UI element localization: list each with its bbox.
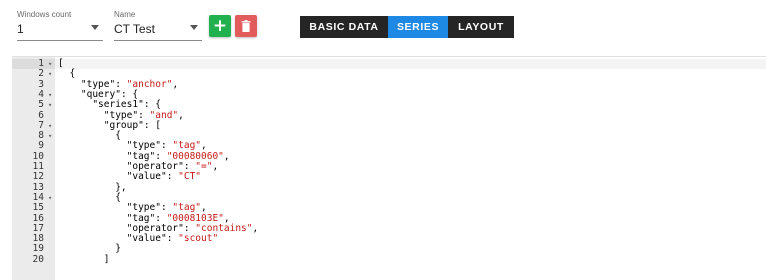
- line-number: 15: [32, 202, 44, 214]
- punctuation-token: ,: [223, 150, 230, 162]
- fold-toggle-icon[interactable]: ▾: [48, 131, 52, 141]
- line-number-cell: 15: [12, 202, 55, 214]
- string-token: "scout": [178, 233, 219, 245]
- code-line[interactable]: 1 ▾[: [12, 58, 766, 70]
- name-select[interactable]: Name CT Test: [114, 8, 202, 41]
- fold-toggle-icon[interactable]: ▾: [48, 59, 52, 69]
- name-value: CT Test: [114, 22, 155, 36]
- punctuation-token: ,: [172, 78, 179, 90]
- fold-toggle-icon[interactable]: ▾: [48, 193, 52, 203]
- windows-count-value: 1: [17, 22, 24, 36]
- punctuation-token: :: [166, 233, 179, 245]
- view-tabs: BASIC DATA SERIES LAYOUT: [300, 16, 514, 38]
- trash-icon: [241, 20, 251, 32]
- line-number: 5: [38, 99, 44, 111]
- windows-count-select[interactable]: Windows count 1: [17, 8, 103, 41]
- code-line[interactable]: 20 ]: [12, 253, 766, 265]
- toolbar: Windows count 1 Name CT Test + BASIC DAT…: [0, 0, 766, 56]
- fold-toggle-icon[interactable]: ▾: [48, 90, 52, 100]
- fold-toggle-icon[interactable]: ▾: [48, 100, 52, 110]
- key-token: "value": [126, 233, 167, 245]
- punctuation-token: ]: [58, 253, 110, 265]
- tab-basic-data[interactable]: BASIC DATA: [300, 16, 388, 38]
- string-token: "CT": [178, 171, 202, 183]
- line-number-cell: 8 ▾: [12, 130, 55, 141]
- chevron-down-icon[interactable]: [190, 25, 198, 30]
- line-number-cell: 20: [12, 253, 55, 265]
- punctuation-token: : [: [143, 119, 161, 131]
- key-token: "value": [126, 171, 167, 183]
- name-label: Name: [114, 10, 136, 19]
- line-number-cell: 1 ▾: [12, 58, 55, 70]
- code-line[interactable]: 7 ▾ "group": [: [12, 119, 766, 131]
- fold-toggle-icon[interactable]: ▾: [48, 121, 52, 131]
- json-code-editor[interactable]: 1 ▾[2 ▾ {3 "type": "anchor", 4 ▾ "query": {5…: [12, 56, 766, 280]
- windows-count-label: Windows count: [17, 10, 72, 19]
- line-number-cell: 4 ▾: [12, 89, 55, 100]
- line-number-cell: 2 ▾: [12, 68, 55, 79]
- line-number-cell: 3: [12, 79, 55, 90]
- plus-icon: +: [212, 15, 228, 36]
- code-line[interactable]: 13 },: [12, 182, 766, 193]
- fold-toggle-icon[interactable]: ▾: [48, 69, 52, 79]
- punctuation-token: ,: [252, 222, 259, 234]
- punctuation-token: ,: [212, 161, 219, 172]
- chevron-down-icon[interactable]: [91, 25, 99, 30]
- line-number-cell: 6: [12, 110, 55, 121]
- code-text: ]: [58, 253, 110, 265]
- line-number: 20: [32, 253, 44, 265]
- punctuation-token: ,: [178, 109, 184, 121]
- tab-series[interactable]: SERIES: [388, 16, 448, 38]
- line-number-cell: 5 ▾: [12, 99, 55, 111]
- tab-layout[interactable]: LAYOUT: [448, 16, 514, 38]
- punctuation-token: :: [166, 171, 179, 183]
- add-button[interactable]: +: [209, 15, 231, 37]
- code-line[interactable]: 18 "value": "scout": [12, 233, 766, 245]
- line-number-cell: 7 ▾: [12, 120, 55, 131]
- delete-button[interactable]: [235, 15, 257, 37]
- code-line[interactable]: 19 }: [12, 244, 766, 255]
